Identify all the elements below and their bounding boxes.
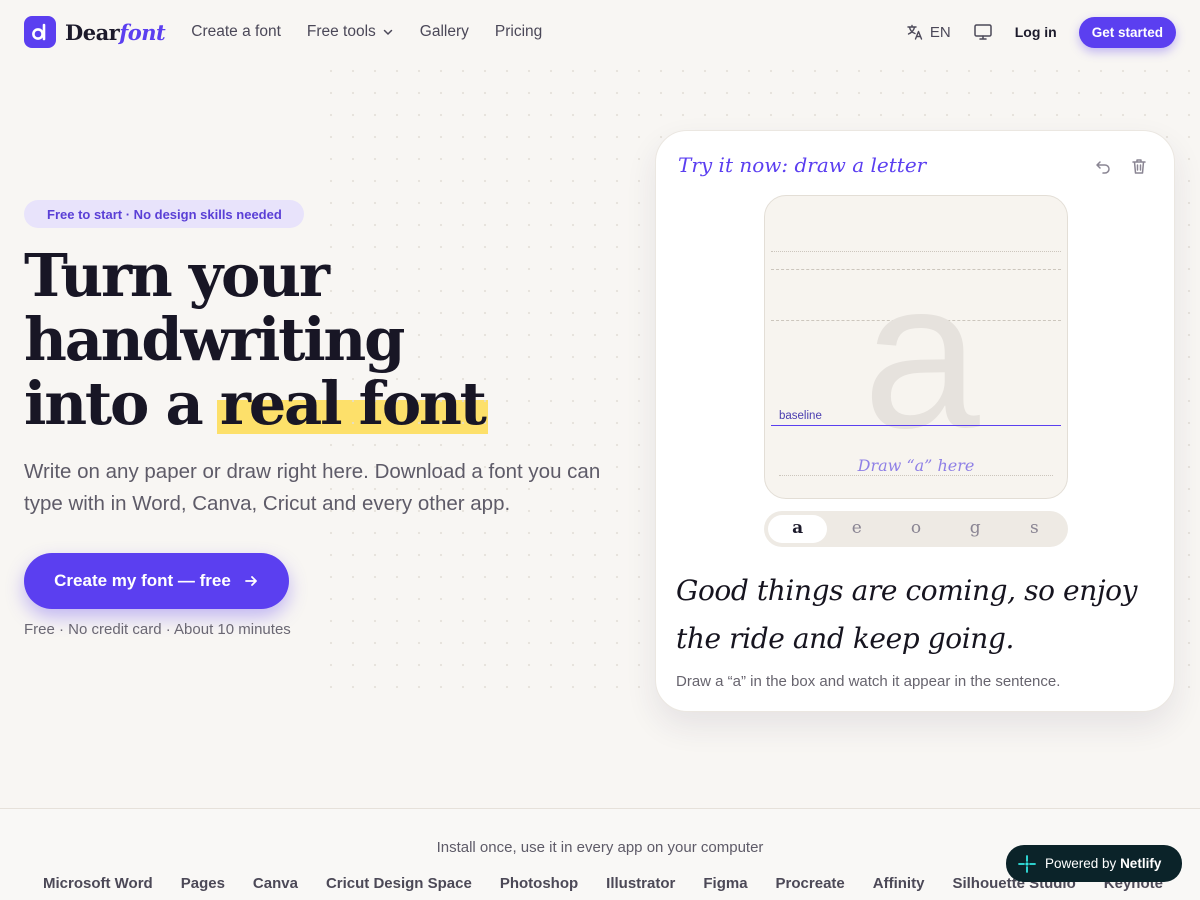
site-header: Dearfont Create a font Free tools Galler… (0, 0, 1200, 64)
app-list: Microsoft Word Pages Canva Cricut Design… (43, 875, 1163, 892)
logo-italic-word: font (119, 19, 166, 45)
nav-free-tools-label: Free tools (306, 23, 376, 40)
arrow-right-icon (244, 576, 257, 586)
hero-title-line-1: Turn your (24, 241, 330, 310)
logo-word: Dear (65, 19, 120, 45)
hero-note: Free · No credit card · About 10 minutes (24, 621, 291, 638)
monitor-icon[interactable] (973, 23, 993, 41)
app-name: Illustrator (606, 875, 676, 892)
letter-tab-a[interactable]: a (768, 515, 828, 543)
app-name: Affinity (872, 875, 925, 892)
letter-tab-o[interactable]: o (886, 515, 945, 543)
trash-icon[interactable] (1130, 157, 1148, 175)
app-name: Procreate (775, 875, 845, 892)
login-link[interactable]: Log in (1015, 24, 1057, 40)
draw-demo-card: Try it now: draw a letter a baseline Dra… (655, 130, 1175, 712)
card-note: Draw a “a” in the box and watch it appea… (676, 673, 1061, 690)
baseline-label: baseline (779, 410, 822, 422)
hero-subtitle: Write on any paper or draw right here. D… (24, 460, 601, 515)
drawing-canvas[interactable]: a baseline Draw “a” here (764, 195, 1068, 499)
hero-title-line-2: handwriting (24, 305, 405, 374)
letter-tab-e[interactable]: e (827, 515, 886, 543)
netlify-badge-text: Powered by Netlify (1045, 856, 1161, 871)
letter-tab-g[interactable]: g (946, 515, 1005, 543)
sample-sentence: Good things are coming, so enjoy the rid… (676, 574, 1138, 655)
create-font-button[interactable]: Create my font — free (24, 553, 289, 609)
netlify-logo-icon (1018, 854, 1036, 873)
hero-title-line-3: into a real font (24, 372, 624, 436)
card-tools (1094, 157, 1148, 175)
main-nav: Create a font Free tools Gallery Pricing (191, 23, 542, 41)
app-name: Microsoft Word (43, 875, 153, 892)
chevron-down-icon (383, 29, 393, 36)
hero-title-line-3-start: into a (24, 369, 220, 438)
letter-selector: a e o g s (764, 511, 1068, 547)
guide-line-descender (779, 475, 1053, 476)
create-font-button-label: Create my font — free (54, 571, 231, 590)
hero-title-highlight-text: real font (219, 369, 487, 438)
undo-icon[interactable] (1094, 157, 1112, 175)
nav-pricing[interactable]: Pricing (495, 23, 542, 41)
nav-gallery[interactable]: Gallery (420, 23, 469, 41)
logo-mark-icon (24, 16, 56, 48)
baseline-line (771, 425, 1061, 426)
draw-hint: Draw “a” here (857, 456, 975, 475)
hero-pill-badge: Free to start · No design skills needed (24, 200, 304, 228)
translate-icon (907, 24, 923, 40)
logo[interactable]: Dearfont (24, 16, 166, 48)
app-name: Figma (703, 875, 748, 892)
app-name: Photoshop (499, 875, 579, 892)
nav-create-font[interactable]: Create a font (191, 23, 281, 41)
netlify-badge-prefix: Powered by (1045, 856, 1117, 871)
netlify-badge-brand: Netlify (1120, 856, 1162, 871)
logo-text: Dearfont (65, 19, 166, 45)
netlify-badge[interactable]: Powered by Netlify (1006, 845, 1182, 882)
nav-free-tools[interactable]: Free tools (307, 23, 394, 41)
hero-title: Turn your handwriting into a real font (24, 244, 624, 436)
language-switcher[interactable]: EN (906, 23, 951, 41)
app-name: Canva (252, 875, 298, 892)
ghost-letter: a (863, 237, 980, 472)
app-name: Pages (180, 875, 225, 892)
letter-tab-s[interactable]: s (1005, 515, 1064, 543)
get-started-button[interactable]: Get started (1078, 16, 1176, 48)
hero-title-highlight: real font (216, 369, 488, 438)
header-actions: EN Log in Get started (906, 16, 1176, 48)
card-title: Try it now: draw a letter (678, 153, 927, 177)
language-label: EN (929, 23, 951, 41)
app-name: Cricut Design Space (325, 875, 472, 892)
